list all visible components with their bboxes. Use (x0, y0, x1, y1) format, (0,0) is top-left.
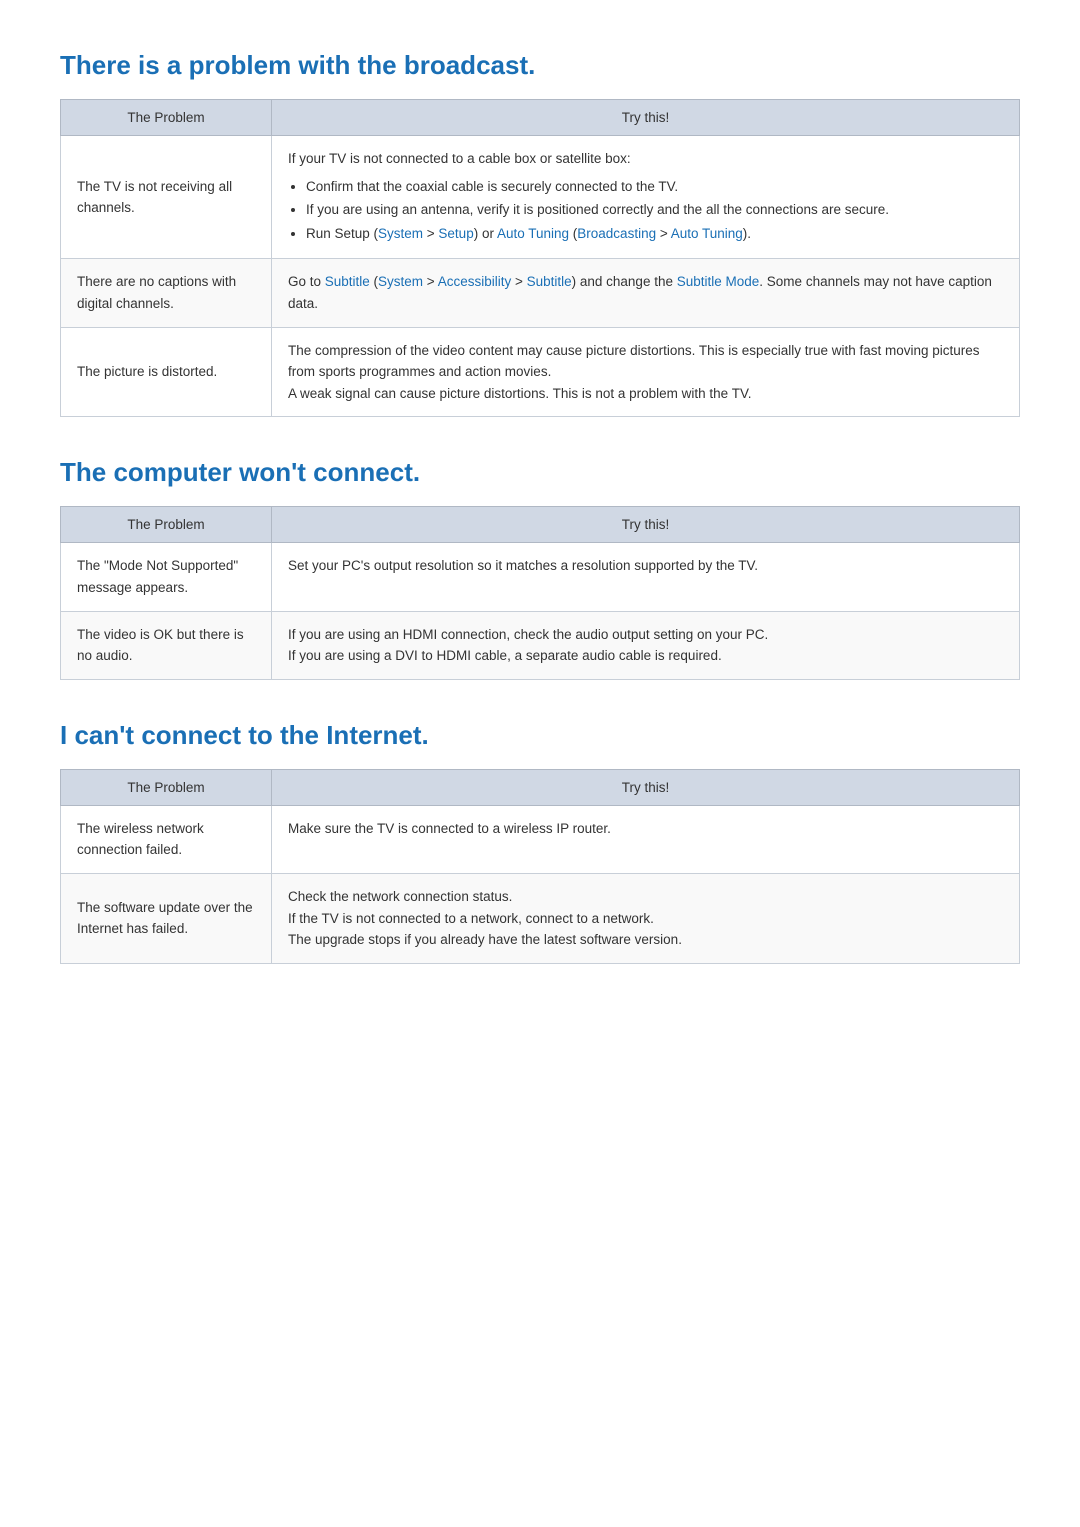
try-cell: The compression of the video content may… (271, 327, 1019, 417)
try-cell: Go to Subtitle (System > Accessibility >… (271, 259, 1019, 327)
list-item: Run Setup (System > Setup) or Auto Tunin… (306, 223, 1003, 245)
table-internet: The Problem Try this! The wireless netwo… (60, 769, 1020, 964)
auto-tuning-link2[interactable]: Auto Tuning (671, 226, 743, 241)
col-try: Try this! (271, 100, 1019, 136)
list-item: If you are using an antenna, verify it i… (306, 199, 1003, 221)
col-problem: The Problem (61, 507, 272, 543)
try-cell: If your TV is not connected to a cable b… (271, 136, 1019, 259)
table-computer: The Problem Try this! The "Mode Not Supp… (60, 506, 1020, 679)
problem-cell: The video is OK but there is no audio. (61, 611, 272, 679)
table-row: The "Mode Not Supported" message appears… (61, 543, 1020, 611)
list-item: Confirm that the coaxial cable is secure… (306, 176, 1003, 198)
try-text: Set your PC's output resolution so it ma… (288, 558, 758, 573)
try-cell: If you are using an HDMI connection, che… (271, 611, 1019, 679)
try-intro: If your TV is not connected to a cable b… (288, 151, 631, 166)
section-title-internet: I can't connect to the Internet. (60, 720, 1020, 751)
try-cell: Set your PC's output resolution so it ma… (271, 543, 1019, 611)
subtitle-link2[interactable]: Subtitle (527, 274, 572, 289)
setup-link[interactable]: Setup (438, 226, 473, 241)
table-row: The TV is not receiving all channels. If… (61, 136, 1020, 259)
subtitle-link[interactable]: Subtitle (325, 274, 370, 289)
broadcasting-link[interactable]: Broadcasting (577, 226, 656, 241)
try-text: Make sure the TV is connected to a wirel… (288, 821, 611, 836)
try-text: The compression of the video content may… (288, 343, 980, 380)
table-row: The software update over the Internet ha… (61, 873, 1020, 963)
col-try: Try this! (271, 769, 1019, 805)
table-row: The wireless network connection failed. … (61, 805, 1020, 873)
problem-cell: The TV is not receiving all channels. (61, 136, 272, 259)
table-broadcast: The Problem Try this! The TV is not rece… (60, 99, 1020, 417)
table-row: There are no captions with digital chann… (61, 259, 1020, 327)
system-link[interactable]: System (378, 226, 423, 241)
section-title-broadcast: There is a problem with the broadcast. (60, 50, 1020, 81)
try-text: If you are using an HDMI connection, che… (288, 627, 768, 642)
col-try: Try this! (271, 507, 1019, 543)
table-row: The video is OK but there is no audio. I… (61, 611, 1020, 679)
problem-cell: The picture is distorted. (61, 327, 272, 417)
try-cell: Make sure the TV is connected to a wirel… (271, 805, 1019, 873)
try-text: A weak signal can cause picture distorti… (288, 386, 752, 401)
subtitle-mode-link[interactable]: Subtitle Mode (677, 274, 760, 289)
accessibility-link[interactable]: Accessibility (438, 274, 512, 289)
problem-cell: The wireless network connection failed. (61, 805, 272, 873)
try-text: The upgrade stops if you already have th… (288, 932, 682, 947)
problem-cell: The "Mode Not Supported" message appears… (61, 543, 272, 611)
try-text: If you are using a DVI to HDMI cable, a … (288, 648, 722, 663)
try-text: If the TV is not connected to a network,… (288, 911, 654, 926)
col-problem: The Problem (61, 769, 272, 805)
problem-cell: The software update over the Internet ha… (61, 873, 272, 963)
section-title-computer: The computer won't connect. (60, 457, 1020, 488)
problem-cell: There are no captions with digital chann… (61, 259, 272, 327)
table-row: The picture is distorted. The compressio… (61, 327, 1020, 417)
try-text: Check the network connection status. (288, 889, 512, 904)
try-text: Go to Subtitle (System > Accessibility >… (288, 274, 992, 311)
try-cell: Check the network connection status. If t… (271, 873, 1019, 963)
system-link2[interactable]: System (378, 274, 423, 289)
col-problem: The Problem (61, 100, 272, 136)
auto-tuning-link[interactable]: Auto Tuning (497, 226, 569, 241)
